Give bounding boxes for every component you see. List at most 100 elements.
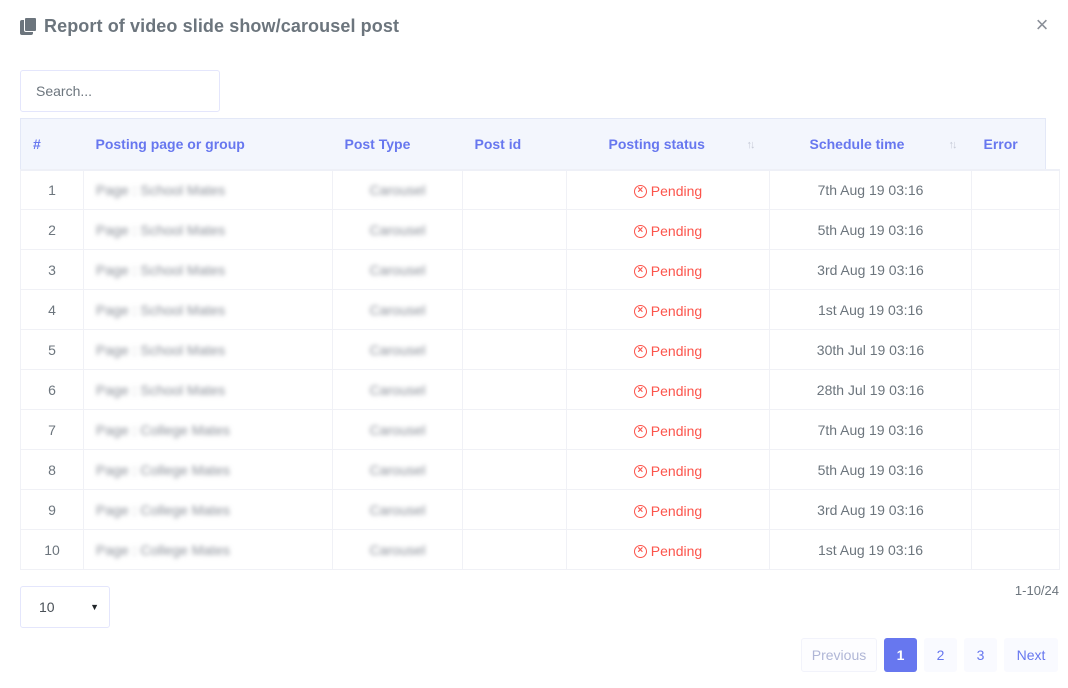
page-length-select[interactable]: 10 ▼ — [20, 586, 110, 628]
status-text: Pending — [650, 223, 703, 239]
column-header-page[interactable]: Posting page or group — [83, 118, 333, 170]
column-header-error[interactable]: Error — [971, 118, 1046, 170]
cell-page: Page : College Mates — [83, 529, 333, 570]
page-name[interactable]: Page : College Mates — [96, 542, 230, 558]
cell-number: 2 — [20, 209, 84, 250]
post-type: Carousel — [369, 341, 426, 358]
cell-posting-status: × Pending — [566, 489, 770, 530]
table-header-row: # Posting page or group Post Type Post i… — [20, 118, 1060, 170]
times-circle-icon: × — [633, 544, 647, 558]
table-row: 9 Page : College Mates Carousel × Pending 3rd… — [20, 489, 1060, 530]
cell-error — [971, 168, 1060, 210]
status-text: Pending — [650, 423, 703, 439]
times-circle-icon: × — [633, 264, 647, 278]
cell-post-id — [462, 529, 567, 570]
cell-error — [971, 449, 1060, 490]
cell-posting-status: × Pending — [566, 409, 770, 450]
cell-error — [971, 249, 1060, 290]
cell-error — [971, 489, 1060, 530]
column-header-schedule-time[interactable]: Schedule time ↑↓ — [769, 118, 972, 170]
cell-number: 3 — [20, 249, 84, 290]
status-badge: × Pending — [633, 463, 702, 479]
column-header-post-type[interactable]: Post Type — [332, 118, 463, 170]
page-button-1[interactable]: 1 — [884, 638, 917, 672]
cell-page: Page : School Mates — [83, 369, 333, 410]
cell-post-id — [462, 329, 567, 370]
status-badge: × Pending — [633, 183, 702, 199]
sort-icon[interactable]: ↑↓ — [747, 139, 756, 151]
status-text: Pending — [650, 303, 703, 319]
page-name[interactable]: Page : School Mates — [96, 342, 225, 358]
post-type: Carousel — [369, 381, 426, 398]
page-name[interactable]: Page : College Mates — [96, 422, 230, 438]
page-name[interactable]: Page : School Mates — [96, 262, 225, 278]
sort-icon[interactable]: ↑↓ — [949, 139, 958, 151]
table-row: 6 Page : School Mates Carousel × Pending 28th… — [20, 369, 1060, 410]
cell-page: Page : School Mates — [83, 209, 333, 250]
column-header-posting-status[interactable]: Posting status ↑↓ — [566, 118, 770, 170]
page-length-value: 10 — [39, 599, 55, 615]
status-text: Pending — [650, 503, 703, 519]
times-circle-icon: × — [633, 504, 647, 518]
post-type: Carousel — [369, 181, 426, 198]
cell-page: Page : College Mates — [83, 489, 333, 530]
report-table: # Posting page or group Post Type Post i… — [20, 118, 1060, 570]
status-text: Pending — [650, 343, 703, 359]
next-button[interactable]: Next — [1004, 638, 1058, 672]
page-name[interactable]: Page : School Mates — [96, 302, 225, 318]
cell-error — [971, 369, 1060, 410]
page-name[interactable]: Page : College Mates — [96, 502, 230, 518]
cell-schedule-time: 30th Jul 19 03:16 — [769, 329, 972, 370]
page-name[interactable]: Page : School Mates — [96, 222, 225, 238]
cell-page: Page : College Mates — [83, 409, 333, 450]
times-circle-icon: × — [633, 464, 647, 478]
status-badge: × Pending — [633, 263, 703, 279]
times-circle-icon: × — [633, 304, 647, 318]
search-input[interactable] — [20, 70, 220, 112]
status-text: Pending — [650, 263, 703, 279]
cell-post-id — [462, 249, 567, 290]
page-name[interactable]: Page : School Mates — [96, 182, 225, 198]
page-button-3[interactable]: 3 — [964, 638, 997, 672]
cell-posting-status: × Pending — [566, 329, 770, 370]
cell-page: Page : College Mates — [83, 449, 333, 490]
cell-page: Page : School Mates — [83, 168, 333, 210]
column-header-schedule-time-label: Schedule time — [809, 135, 905, 152]
close-button[interactable]: × — [1032, 14, 1052, 38]
modal-header: Report of video slide show/carousel post — [20, 14, 399, 38]
column-header-number[interactable]: # — [20, 118, 84, 170]
status-badge: × Pending — [633, 543, 703, 559]
column-header-post-id[interactable]: Post id — [462, 118, 567, 170]
table-row: 3 Page : School Mates Carousel × Pending 3rd … — [20, 249, 1060, 290]
post-type: Carousel — [369, 461, 426, 478]
page-name[interactable]: Page : School Mates — [96, 382, 225, 398]
previous-button[interactable]: Previous — [801, 638, 877, 672]
status-text: Pending — [650, 383, 703, 399]
cell-posting-status: × Pending — [566, 168, 770, 210]
page-name[interactable]: Page : College Mates — [96, 462, 230, 478]
page-button-2[interactable]: 2 — [924, 638, 957, 672]
cell-schedule-time: 5th Aug 19 03:16 — [769, 209, 972, 250]
table-row: 5 Page : School Mates Carousel × Pending 30th… — [20, 329, 1060, 370]
cell-post-type: Carousel — [332, 249, 463, 290]
cell-number: 5 — [20, 329, 84, 370]
times-circle-icon: × — [633, 384, 647, 398]
cell-post-type: Carousel — [332, 529, 463, 570]
cell-number: 9 — [20, 489, 84, 530]
cell-posting-status: × Pending — [566, 289, 770, 330]
status-badge: × Pending — [633, 343, 703, 359]
pagination: Previous 1 2 3 Next — [801, 638, 1058, 672]
cell-number: 4 — [20, 289, 84, 330]
table-row: 2 Page : School Mates Carousel × Pending 5th … — [20, 209, 1060, 250]
cell-error — [971, 409, 1060, 450]
cell-error — [971, 529, 1060, 570]
cell-schedule-time: 3rd Aug 19 03:16 — [769, 249, 972, 290]
cell-number: 10 — [20, 529, 84, 570]
cell-post-type: Carousel — [332, 409, 463, 450]
cell-post-id — [462, 168, 567, 210]
cell-schedule-time: 7th Aug 19 03:16 — [769, 409, 972, 450]
cell-number: 7 — [20, 409, 84, 450]
cell-post-type: Carousel — [332, 289, 463, 330]
cell-post-id — [462, 209, 567, 250]
status-text: Pending — [650, 543, 703, 559]
